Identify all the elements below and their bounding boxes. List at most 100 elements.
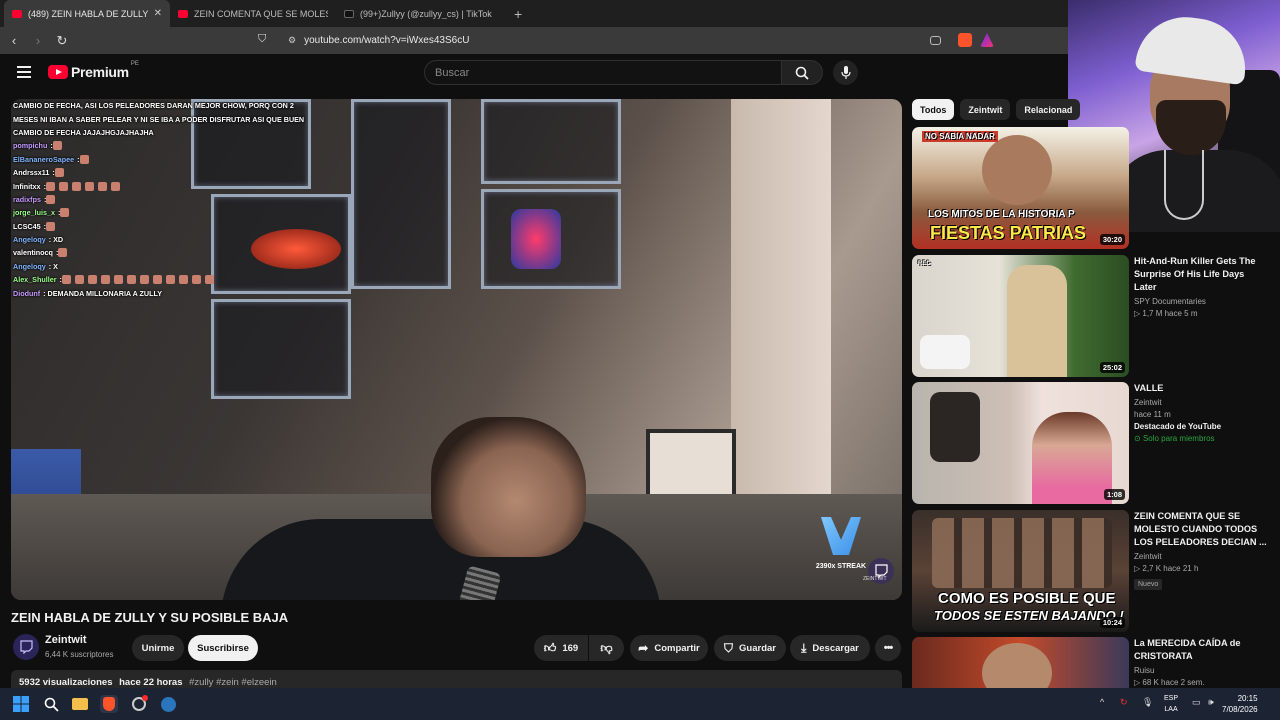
video-title[interactable]: La MERECIDA CAÍDA de CRISTORATA <box>1134 637 1269 663</box>
shelf-section <box>211 299 351 399</box>
steam-button[interactable] <box>159 695 177 713</box>
windows-taskbar: ^ ↻ 🎙︎ ESP LAA ▭ 🕪︎ 20:15 7/08/2026 <box>0 688 1280 720</box>
browser-tab-2[interactable]: ZEIN COMENTA QUE SE MOLESTO C <box>170 0 336 27</box>
channel-name[interactable]: Zeintwit <box>45 634 87 646</box>
download-button[interactable]: ⤓ Descargar <box>790 635 870 661</box>
back-icon[interactable]: ‹ <box>4 33 24 48</box>
reload-icon[interactable]: ↻ <box>52 33 72 49</box>
chat-emote-icon <box>97 181 107 191</box>
chat-username: pompichu <box>13 141 48 151</box>
video-title[interactable]: ZEIN COMENTA QUE SE MOLESTO CUANDO TODOS… <box>1134 510 1269 549</box>
shelf-section <box>351 99 451 289</box>
bookmark-icon[interactable]: ⛉ <box>258 33 266 46</box>
chat-text: CAMBIO DE FECHA JAJAJHGJAJHAJHA <box>13 127 154 137</box>
chip-channel[interactable]: Zeintwit <box>960 99 1011 120</box>
browser-tab-1[interactable]: (489) ZEIN HABLA DE ZULLY Y SU ✕ <box>4 0 170 27</box>
tab-title: ZEIN COMENTA QUE SE MOLESTO C <box>194 8 328 19</box>
file-explorer-button[interactable] <box>71 695 89 713</box>
share-icon: ➦ <box>638 641 649 655</box>
chat-message: Andrssx11: <box>13 166 303 179</box>
volume-icon[interactable]: 🕪︎ <box>1208 697 1214 708</box>
chat-username: jorge_luis_x <box>13 208 55 218</box>
microphone-tray-icon[interactable]: 🎙︎ <box>1142 697 1153 708</box>
video-title[interactable]: VALLE <box>1134 382 1269 395</box>
video-info: Hit-And-Run Killer Gets The Surprise Of … <box>1134 255 1269 318</box>
more-actions-button[interactable]: ••• <box>875 635 901 661</box>
members-icon: ⊙ <box>1134 434 1143 443</box>
share-button[interactable]: ➦ Compartir <box>630 635 708 661</box>
chat-emote-icon <box>60 208 70 218</box>
brave-browser-button[interactable] <box>100 695 118 713</box>
search-button[interactable] <box>781 60 823 85</box>
join-button[interactable]: Unirme <box>132 635 184 661</box>
country-code: PE <box>130 61 139 67</box>
rec-label: REC <box>918 261 931 267</box>
app-tray-icon[interactable]: ↻ <box>1120 697 1128 708</box>
members-only-text: Solo para miembros <box>1142 434 1215 443</box>
chat-emote-icon <box>45 181 55 191</box>
chat-emote-icon <box>45 221 55 231</box>
youtube-premium-logo[interactable]: Premium PE <box>48 61 139 80</box>
screen-cast-icon[interactable] <box>930 36 941 45</box>
start-button[interactable] <box>12 695 30 713</box>
video-thumbnail[interactable]: REC 25:02 <box>912 255 1129 377</box>
video-thumbnail[interactable] <box>912 637 1129 688</box>
show-hidden-icons-icon[interactable]: ^ <box>1100 697 1104 707</box>
video-thumbnail[interactable]: COMO ES POSIBLE QUE TODOS SE ESTEN BAJAN… <box>912 510 1129 632</box>
channel-name[interactable]: Zeintwit <box>1134 398 1269 407</box>
chat-message: CAMBIO DE FECHA JAJAJHGJAJHAJHA <box>13 126 303 139</box>
network-icon[interactable]: ▭ <box>1192 697 1201 708</box>
new-tab-button[interactable]: + <box>514 6 522 22</box>
recommended-video[interactable]: COMO ES POSIBLE QUE TODOS SE ESTEN BAJAN… <box>912 510 1272 632</box>
chat-username: Angeloqy <box>13 235 46 245</box>
channel-name[interactable]: SPY Documentaries <box>1134 297 1269 306</box>
dislike-button[interactable]: 👎︎ <box>589 635 624 661</box>
subscribe-button[interactable]: Suscribirse <box>188 635 258 661</box>
like-button[interactable]: 👍︎ 169 <box>534 635 588 661</box>
input-language[interactable]: ESP LAA <box>1164 693 1178 715</box>
browser-tab-3[interactable]: (99+)Zullyy (@zullyy_cs) | TikTok <box>336 0 502 27</box>
channel-name[interactable]: Zeintwit <box>1134 552 1269 561</box>
search-input[interactable]: Buscar <box>424 60 782 85</box>
chip-all[interactable]: Todos <box>912 99 955 120</box>
voice-search-button[interactable] <box>833 60 858 85</box>
system-clock[interactable]: 20:15 7/08/2026 <box>1222 693 1258 715</box>
video-description-box[interactable]: 5932 visualizaciones hace 22 horas #zull… <box>11 670 902 688</box>
youtube-favicon-icon <box>12 9 22 18</box>
chip-related[interactable]: Relacionad <box>1016 99 1081 120</box>
video-thumbnail[interactable]: NO SABIA NADAR LOS MITOS DE LA HISTORIA … <box>912 127 1129 249</box>
url-field[interactable]: ⚙ youtube.com/watch?v=iWxes43S6cU <box>280 29 998 52</box>
recommended-video[interactable]: NO SABIA NADAR LOS MITOS DE LA HISTORIA … <box>912 127 1272 249</box>
site-info-icon[interactable]: ⚙ <box>288 35 296 46</box>
recommended-video[interactable]: La MERECIDA CAÍDA de CRISTORATA Ruisu ▷ … <box>912 637 1272 688</box>
video-meta-text: 68 K hace 2 sem. <box>1142 678 1205 687</box>
forward-icon[interactable]: › <box>28 33 48 48</box>
youtube-header: Premium PE Buscar <box>0 54 1068 94</box>
chat-message: Infinitxx: <box>13 179 303 192</box>
url-text: youtube.com/watch?v=iWxes43S6cU <box>304 35 470 46</box>
chat-message: valentinocq: <box>13 246 303 259</box>
brave-shield-icon[interactable] <box>958 33 972 47</box>
clock-time: 20:15 <box>1237 694 1258 703</box>
menu-icon[interactable] <box>17 66 31 78</box>
taskbar-search-button[interactable] <box>42 695 60 713</box>
video-player[interactable]: 2390x STREAK ZEINTWIT CAMBIO DE FECHA, A… <box>11 99 902 600</box>
shelf-section <box>481 99 621 184</box>
video-thumbnail[interactable]: 1:08 <box>912 382 1129 504</box>
chat-username: Angeloqy <box>13 261 46 271</box>
thumbnail-overlay-text: LOS MITOS DE LA HISTORIA P <box>928 209 1075 220</box>
lang-code: ESP <box>1164 695 1179 702</box>
channel-avatar[interactable] <box>13 634 39 660</box>
hashtags[interactable]: #zully #zein #elzeein <box>189 677 277 688</box>
video-title[interactable]: Hit-And-Run Killer Gets The Surprise Of … <box>1134 255 1269 294</box>
video-meta: ▷ 2,7 K hace 21 h <box>1134 564 1269 573</box>
search-icon <box>44 697 59 712</box>
thumbnail-fighters <box>932 518 1112 588</box>
save-button[interactable]: ⛉ Guardar <box>714 635 786 661</box>
recommended-video[interactable]: REC 25:02 Hit-And-Run Killer Gets The Su… <box>912 255 1272 377</box>
close-tab-icon[interactable]: ✕ <box>154 8 162 19</box>
thumbs-down-icon: 👎︎ <box>600 640 613 655</box>
recommended-video[interactable]: 1:08 VALLE Zeintwit hace 11 m Destacado … <box>912 382 1272 504</box>
app-button[interactable] <box>130 695 148 713</box>
channel-name[interactable]: Ruisu <box>1134 666 1269 675</box>
